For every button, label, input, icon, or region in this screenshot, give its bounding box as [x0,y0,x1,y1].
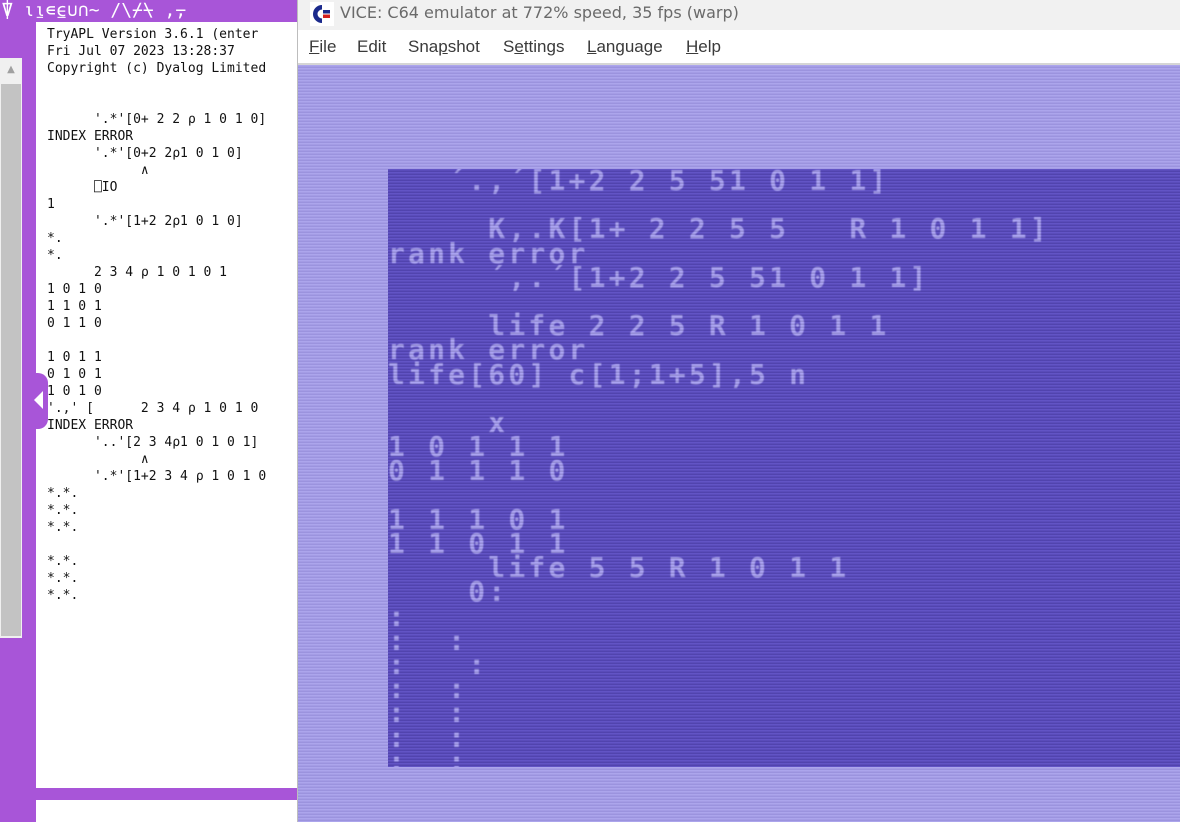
apl-language-bar[interactable]: ⍒ ⍳⍸∊⍷∪∩~ /\⌿⍀ ,⍪ [0,0,300,24]
apl-session-line: 2 3 4 ⍴ 1 0 1 0 1 [47,265,228,280]
apl-session-line: INDEX ERROR [47,129,134,144]
menu-settings-pre: S [503,37,515,56]
apl-session-line: 1 [47,197,55,212]
menu-edit-accel: E [357,37,369,56]
menu-file-rest: ile [319,37,337,56]
apl-session-pane[interactable]: TryAPL Version 3.6.1 (enter Fri Jul 07 2… [36,22,300,788]
apl-session-line: 1 0 1 1 [47,350,102,365]
apl-session-line: *.*. [47,588,79,603]
apl-session-line: *.*. [47,520,79,535]
menu-file-accel: F [309,37,320,56]
menu-settings[interactable]: Settings [503,37,564,57]
apl-session-line: 0 1 0 1 [47,367,102,382]
apl-language-bar-glyphs[interactable]: ⍒ ⍳⍸∊⍷∪∩~ /\⌿⍀ ,⍪ [0,0,186,21]
apl-session-line: ∧ [47,163,149,178]
menu-edit-rest: dit [368,37,387,56]
chevron-left-icon [34,391,43,409]
apl-session-line: *. [47,248,63,263]
apl-session-line: '.*'[0+2 2⍴1 0 1 0] [47,146,243,161]
apl-session-line: INDEX ERROR [47,418,134,433]
apl-session-line: '.*'[1+2 2⍴1 0 1 0] [47,214,243,229]
scroll-up-arrow-icon[interactable]: ▲ [0,58,22,82]
c64-display[interactable]: ´.,´[1+2 2 5 51 0 1 1] K,.K[1+ 2 2 5 5 R… [298,65,1180,822]
menu-language[interactable]: Language [587,37,663,57]
commodore-logo-icon [310,2,334,26]
menu-file[interactable]: File [309,37,336,57]
menu-help-accel: H [686,37,699,56]
scroll-thumb[interactable] [1,84,21,636]
menu-snapshot[interactable]: Snapshot [408,37,480,57]
apl-session-line: '.*'[0+ 2 2 ⍴ 1 0 1 0] [47,112,267,127]
apl-session-line: *. [47,231,63,246]
menu-language-rest: anguage [596,37,663,56]
menu-snapshot-accel: p [438,37,448,56]
menu-snapshot-pre: Sna [408,37,439,56]
apl-session-line: *.*. [47,554,79,569]
apl-session-line: ∧ [47,452,149,467]
menu-settings-accel: e [514,37,524,56]
menu-edit[interactable]: Edit [357,37,386,57]
apl-session-line: 1 0 1 0 [47,282,102,297]
apl-session-line: '.,' [ 2 3 4 ⍴ 1 0 1 0 [47,401,259,416]
scanline-overlay [388,169,1180,767]
apl-session-log: TryAPL Version 3.6.1 (enter Fri Jul 07 2… [36,22,300,604]
menu-help-rest: elp [698,37,721,56]
window-title: VICE: C64 emulator at 772% speed, 35 fps… [340,3,739,22]
collapse-panel-button[interactable] [32,373,48,429]
vice-window: VICE: C64 emulator at 772% speed, 35 fps… [297,0,1180,822]
menu-snapshot-rest: shot [447,37,480,56]
vice-title-bar[interactable]: VICE: C64 emulator at 772% speed, 35 fps… [298,0,1180,30]
apl-session-line: '.*'[1+2 3 4 ⍴ 1 0 1 0 [47,469,267,484]
c64-screen[interactable]: ´.,´[1+2 2 5 51 0 1 1] K,.K[1+ 2 2 5 5 R… [388,169,1180,767]
apl-session-line: *.*. [47,571,79,586]
vice-menu-bar: File Edit Snapshot Settings Language Hel… [298,33,1180,63]
apl-session-scrollbar[interactable]: ▲ [0,58,22,638]
apl-input-area[interactable] [36,800,300,822]
apl-session-line: TryAPL Version 3.6.1 (enter [47,27,259,42]
apl-session-line: Copyright (c) Dyalog Limited [47,61,267,76]
menu-settings-rest: ttings [523,37,565,56]
apl-session-line: '..'[2 3 4⍴1 0 1 0 1] [47,435,259,450]
apl-session-line: Fri Jul 07 2023 13:28:37 [47,44,235,59]
apl-session-line: *.*. [47,486,79,501]
apl-session-line: 0 1 1 0 [47,316,102,331]
apl-session-line: *.*. [47,503,79,518]
apl-session-line: 1 0 1 0 [47,384,102,399]
apl-session-line: 1 1 0 1 [47,299,102,314]
apl-session-line: ⎕IO [47,180,118,195]
tryapl-window: ⍒ ⍳⍸∊⍷∪∩~ /\⌿⍀ ,⍪ ▲ TryAPL Version 3.6.1… [0,0,300,822]
menu-help[interactable]: Help [686,37,721,57]
